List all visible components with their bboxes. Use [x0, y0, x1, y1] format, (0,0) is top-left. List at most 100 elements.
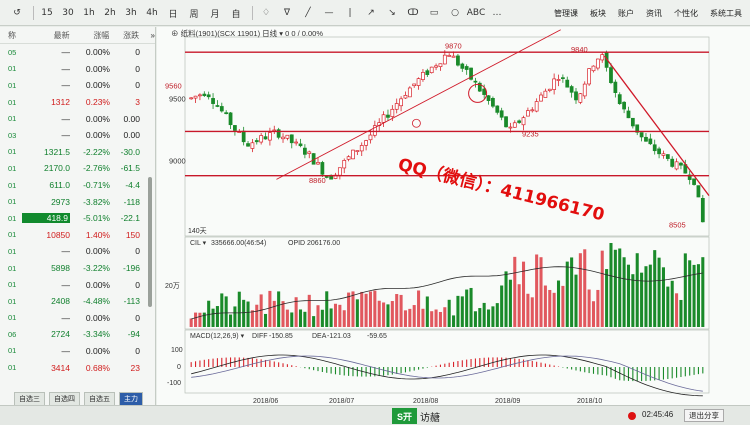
quote-row[interactable]: 01 — 0.00% 0 — [0, 243, 155, 260]
volume-bar — [237, 291, 241, 327]
column-expand-icon[interactable]: » — [139, 31, 155, 40]
quote-row[interactable]: 01 5898 -3.22% -196 — [0, 260, 155, 277]
volume-bar — [307, 294, 311, 327]
quote-row[interactable]: 01 418.9 -5.01% -22.1 — [0, 210, 155, 227]
volume-bar — [622, 257, 626, 327]
quote-row[interactable]: 01 2170.0 -2.76% -61.5 — [0, 160, 155, 177]
period-week-icon[interactable]: 周 — [185, 4, 203, 22]
period-4h-icon[interactable]: 4h — [143, 4, 161, 22]
watchlist-tab[interactable]: 自选三 — [14, 391, 45, 406]
candle-body — [219, 106, 224, 112]
line-tool-icon[interactable]: ╱ — [299, 4, 317, 22]
price-annotation: 9870 — [445, 41, 462, 50]
quote-row[interactable]: 01 — 0.00% 0 — [0, 77, 155, 94]
menu-item[interactable]: 系统工具 — [710, 8, 742, 19]
watchlist-tab[interactable]: 主力 — [119, 391, 143, 406]
quote-row[interactable]: 01 — 0.00% 0 — [0, 343, 155, 360]
candle-body — [303, 147, 307, 155]
period-15m-icon[interactable]: 15 — [38, 4, 56, 22]
vertical-line-icon[interactable]: | — [341, 4, 359, 22]
menu-item[interactable]: 个性化 — [674, 8, 698, 19]
quote-row[interactable]: 06 2724 -3.34% -94 — [0, 326, 155, 343]
price-axis-tick: 9000 — [169, 157, 186, 166]
candle-body — [626, 110, 631, 119]
quote-row[interactable]: 01 — 0.00% 0 — [0, 61, 155, 78]
candle-body — [254, 140, 259, 143]
ellipse-tool-icon[interactable]: ○ — [446, 4, 464, 22]
app-logo-icon[interactable]: S开 — [392, 408, 418, 424]
menu-item[interactable]: 板块 — [590, 8, 606, 19]
period-day-icon[interactable]: 日 — [164, 4, 182, 22]
arrow-down-tool-icon[interactable]: ↘ — [383, 4, 401, 22]
rectangle-tool-icon[interactable]: ▭ — [425, 4, 443, 22]
watchlist-tab[interactable]: 自选四 — [49, 391, 80, 406]
candle-body — [316, 162, 320, 165]
text-tool-icon[interactable]: ABC — [467, 4, 485, 22]
quote-change-percent: 0.00% — [85, 312, 110, 323]
watchlist-tab[interactable]: 自选五 — [84, 391, 115, 406]
more-tools-icon[interactable]: … — [488, 4, 506, 22]
quote-row[interactable]: 01 1321.5 -2.22% -30.0 — [0, 144, 155, 161]
quote-code: 06 — [8, 329, 17, 339]
quote-list-scrollbar[interactable] — [148, 177, 152, 307]
candle-body — [495, 105, 500, 113]
quote-row[interactable]: 01 — 0.00% 0.00 — [0, 110, 155, 127]
column-header-change[interactable]: 涨跌 — [109, 30, 139, 41]
diamond-tool-icon[interactable]: ♢ — [257, 4, 275, 22]
custom-period-icon[interactable]: 自 — [227, 4, 245, 22]
channel-tool-icon[interactable]: ↀ — [404, 4, 422, 22]
period-30m-icon[interactable]: 30 — [59, 4, 77, 22]
quote-row[interactable]: 01 10850 1.40% 150 — [0, 227, 155, 244]
period-2h-icon[interactable]: 2h — [101, 4, 119, 22]
candle-body — [587, 68, 591, 85]
volume-bar — [683, 253, 687, 327]
column-header-change-percent[interactable]: 涨幅 — [70, 30, 109, 41]
volume-bar — [303, 311, 307, 327]
toolbar: ↺ 15 30 1h 2h 3h 4h 日周月自 ♢ ∇ ╱ — | ↗ ↘ ↀ ▭ ○ ABC… 管理课 板块 账户 资… — [0, 0, 750, 26]
quote-row[interactable]: 01 — 0.00% 0 — [0, 310, 155, 327]
horizontal-line-icon[interactable]: — — [320, 4, 338, 22]
period-month-icon[interactable]: 月 — [206, 4, 224, 22]
volume-bar — [556, 280, 561, 327]
candle-body — [609, 67, 613, 84]
quote-change: 3 — [135, 97, 140, 108]
quote-row[interactable]: 01 3414 0.68% 23 — [0, 359, 155, 376]
quote-latest-price: — — [61, 130, 71, 141]
menu-item[interactable]: 资讯 — [646, 8, 662, 19]
arrow-up-tool-icon[interactable]: ↗ — [362, 4, 380, 22]
quote-code: 01 — [8, 97, 17, 107]
quote-change-percent: 0.00% — [85, 130, 110, 141]
candle-body — [346, 156, 351, 160]
quote-row[interactable]: 03 — 0.00% 0.00 — [0, 127, 155, 144]
volume-bar — [443, 307, 447, 327]
refresh-icon[interactable]: ↺ — [8, 4, 26, 22]
watchlist-tabs: 自选三 自选四 自选五 主力 — [0, 391, 156, 406]
quote-latest-price: — — [61, 113, 71, 124]
date-axis-tick: 2018/10 — [577, 398, 602, 405]
futures-chart[interactable]: 9500 9000 9560 8860 9870 9235 9840 8505 140天 CIL … — [157, 27, 750, 405]
period-3h-icon[interactable]: 3h — [122, 4, 140, 22]
volume-bar — [246, 301, 250, 327]
menu-item[interactable]: 管理课 — [554, 8, 578, 19]
column-header-latest[interactable]: 最新 — [22, 30, 70, 41]
quote-latest-price: 2170.0 — [44, 163, 70, 174]
taskbar-app-label: 访赯 — [420, 413, 440, 424]
period-1h-icon[interactable]: 1h — [80, 4, 98, 22]
macd-label: MACD(12,26,9) ▾ — [190, 333, 245, 340]
quote-row[interactable]: 01 1312 0.23% 3 — [0, 94, 155, 111]
quote-row[interactable]: 01 — 0.00% 0 — [0, 276, 155, 293]
volume-bar — [517, 284, 521, 327]
candle-body — [189, 97, 194, 100]
candle-body — [512, 122, 517, 128]
menu-item[interactable]: 账户 — [618, 8, 634, 19]
quote-row[interactable]: 05 — 0.00% 0 — [0, 44, 155, 61]
exit-share-button[interactable]: 退出分享 — [684, 409, 724, 422]
candle-body — [547, 88, 552, 91]
quote-row[interactable]: 01 2408 -4.48% -113 — [0, 293, 155, 310]
volume-bar — [207, 300, 211, 327]
volume-bar — [618, 248, 622, 327]
filter-tool-icon[interactable]: ∇ — [278, 4, 296, 22]
quote-row[interactable]: 01 611.0 -0.71% -4.4 — [0, 177, 155, 194]
column-header-code[interactable]: 称 — [0, 30, 22, 41]
quote-row[interactable]: 01 2973 -3.82% -118 — [0, 193, 155, 210]
